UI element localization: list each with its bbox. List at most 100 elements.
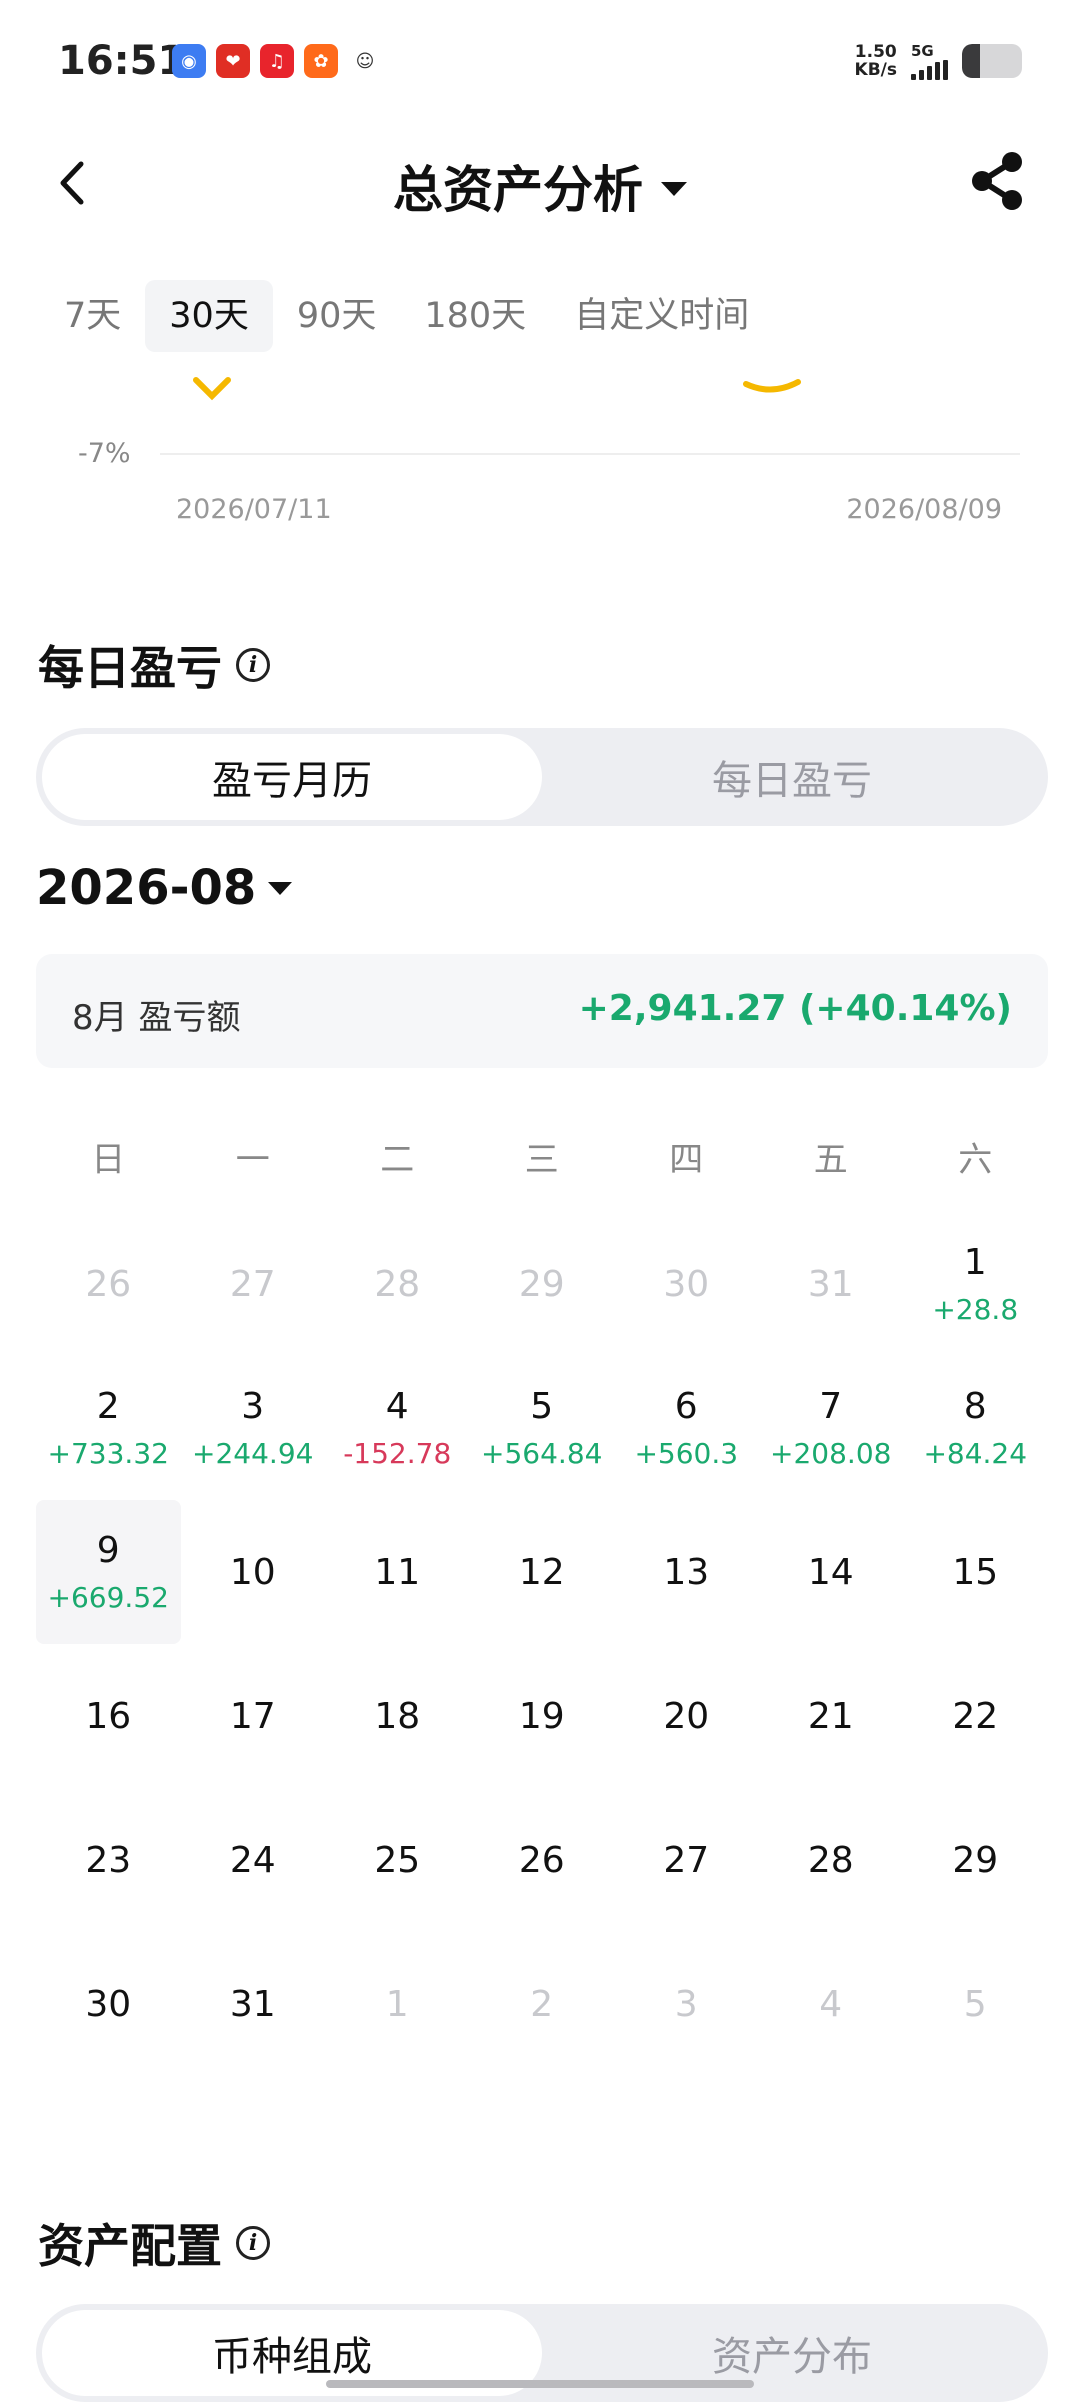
calendar-day[interactable]: 22 — [903, 1644, 1048, 1788]
day-number: 20 — [663, 1695, 710, 1737]
seg-daily[interactable]: 每日盈亏 — [542, 734, 1042, 820]
status-indicators: 1.50 KB/s 5G — [855, 42, 1022, 80]
day-number: 6 — [674, 1386, 698, 1427]
share-button[interactable] — [968, 150, 1026, 212]
day-number: 12 — [518, 1551, 565, 1593]
calendar-day[interactable]: 12 — [470, 1500, 615, 1644]
kuaishou-icon: ✿ — [304, 44, 338, 78]
calendar-day[interactable]: 6 +560.3 — [614, 1356, 759, 1500]
calendar-day[interactable]: 9 +669.52 — [36, 1500, 181, 1644]
day-number: 9 — [96, 1530, 120, 1571]
calendar-day[interactable]: 21 — [759, 1644, 904, 1788]
calendar-day[interactable]: 23 — [36, 1788, 181, 1932]
seg-calendar[interactable]: 盈亏月历 — [42, 734, 542, 820]
signal-label: 5G — [911, 42, 934, 60]
chart-y-label: -7% — [78, 438, 131, 469]
day-number: 29 — [952, 1839, 999, 1881]
calendar-day[interactable]: 28 — [759, 1788, 904, 1932]
calendar-day: 28 — [325, 1212, 470, 1356]
calendar-day[interactable]: 5 +564.84 — [470, 1356, 615, 1500]
day-number: 2 — [530, 1983, 554, 2025]
day-number: 2 — [96, 1386, 120, 1427]
calendar-day[interactable]: 25 — [325, 1788, 470, 1932]
calendar-day[interactable]: 17 — [181, 1644, 326, 1788]
info-icon[interactable]: i — [236, 2226, 270, 2260]
month-selector[interactable]: 2026-08 — [36, 860, 293, 916]
weekday-header: 日一二三四五六 — [36, 1100, 1048, 1212]
calendar-day[interactable]: 19 — [470, 1644, 615, 1788]
day-number: 25 — [374, 1839, 421, 1881]
day-pnl: +244.94 — [192, 1437, 314, 1470]
status-time: 16:51 — [58, 38, 186, 84]
calendar-day[interactable]: 11 — [325, 1500, 470, 1644]
home-indicator[interactable] — [326, 2380, 754, 2388]
day-number: 30 — [85, 1983, 132, 2025]
music-icon: ♫ — [260, 44, 294, 78]
signal-icon: 5G — [911, 42, 948, 80]
day-number: 29 — [518, 1263, 565, 1305]
tab-3[interactable]: 180天 — [400, 280, 550, 352]
calendar-day[interactable]: 10 — [181, 1500, 326, 1644]
calendar-day[interactable]: 16 — [36, 1644, 181, 1788]
day-number: 4 — [385, 1386, 409, 1427]
calendar-day[interactable]: 30 — [36, 1932, 181, 2076]
weekday-label: 四 — [669, 1139, 704, 1180]
network-speed-value: 1.50 — [854, 42, 897, 62]
day-pnl: +208.08 — [770, 1437, 892, 1470]
day-number: 27 — [663, 1839, 710, 1881]
calendar-day[interactable]: 4 -152.78 — [325, 1356, 470, 1500]
calendar-day: 5 — [903, 1932, 1048, 2076]
calendar-day: 29 — [470, 1212, 615, 1356]
day-number: 5 — [530, 1386, 554, 1427]
day-number: 16 — [85, 1695, 132, 1737]
day-number: 30 — [663, 1263, 710, 1305]
day-number: 3 — [241, 1386, 265, 1427]
calendar-day[interactable]: 2 +733.32 — [36, 1356, 181, 1500]
weekday-label: 六 — [958, 1139, 993, 1180]
calendar-day[interactable]: 29 — [903, 1788, 1048, 1932]
summary-label: 8月 盈亏额 — [72, 998, 241, 1038]
allocation-title-text: 资产配置 — [38, 2219, 222, 2273]
calendar-day: 31 — [759, 1212, 904, 1356]
day-pnl: +84.24 — [923, 1437, 1028, 1470]
tab-2[interactable]: 90天 — [273, 280, 401, 352]
day-number: 4 — [819, 1983, 843, 2025]
title-dropdown[interactable]: 总资产分析 — [0, 150, 1080, 222]
info-icon[interactable]: i — [236, 648, 270, 682]
day-number: 28 — [374, 1263, 421, 1305]
calendar-day[interactable]: 24 — [181, 1788, 326, 1932]
day-number: 31 — [229, 1983, 276, 2025]
calendar-day[interactable]: 26 — [470, 1788, 615, 1932]
tab-4[interactable]: 自定义时间 — [550, 280, 773, 352]
tab-0[interactable]: 7天 — [40, 280, 145, 352]
calendar-day[interactable]: 3 +244.94 — [181, 1356, 326, 1500]
day-number: 27 — [229, 1263, 276, 1305]
tab-1[interactable]: 30天 — [145, 280, 273, 352]
day-number: 1 — [963, 1242, 987, 1283]
calendar-day[interactable]: 27 — [614, 1788, 759, 1932]
calendar-day: 27 — [181, 1212, 326, 1356]
calendar-day[interactable]: 20 — [614, 1644, 759, 1788]
day-number: 14 — [807, 1551, 854, 1593]
battery-icon — [962, 44, 1022, 78]
calendar-day[interactable]: 13 — [614, 1500, 759, 1644]
day-number: 17 — [229, 1695, 276, 1737]
period-tabs: 7天 30天 90天 180天 自定义时间 — [40, 280, 773, 352]
calendar-day[interactable]: 31 — [181, 1932, 326, 2076]
calendar-day[interactable]: 18 — [325, 1644, 470, 1788]
weekday-label: 二 — [380, 1139, 415, 1180]
caret-down-icon — [661, 182, 687, 196]
weekday-label: 五 — [813, 1139, 848, 1180]
calendar-day[interactable]: 7 +208.08 — [759, 1356, 904, 1500]
calendar-day[interactable]: 8 +84.24 — [903, 1356, 1048, 1500]
pnl-segmented-control: 盈亏月历 每日盈亏 — [36, 728, 1048, 826]
calendar-day[interactable]: 14 — [759, 1500, 904, 1644]
calendar-day[interactable]: 15 — [903, 1500, 1048, 1644]
day-number: 26 — [85, 1263, 132, 1305]
calendar-day: 1 — [325, 1932, 470, 2076]
calendar-day[interactable]: 1 +28.8 — [903, 1212, 1048, 1356]
day-pnl: -152.78 — [343, 1437, 452, 1470]
day-number: 26 — [518, 1839, 565, 1881]
chart-line-fragment-left — [193, 377, 231, 401]
month-summary: 8月 盈亏额 +2,941.27 (+40.14%) — [36, 954, 1048, 1068]
